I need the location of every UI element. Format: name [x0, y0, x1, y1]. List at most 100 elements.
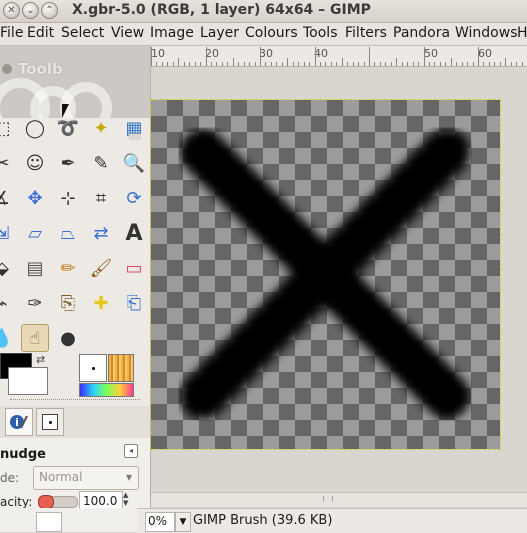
options-scrollbar[interactable]	[129, 134, 141, 140]
ink-icon: ✑	[27, 292, 43, 314]
color-picker-icon: ✎	[93, 152, 109, 174]
image-canvas[interactable]	[150, 99, 501, 450]
pattern-preview[interactable]	[108, 354, 134, 382]
tool-paintbrush-button[interactable]: 🖌	[87, 254, 115, 282]
tool-fuzzy-select-button[interactable]: ✦	[87, 114, 115, 142]
tool-pencil-button[interactable]: ✏	[54, 254, 82, 282]
tool-paths-button[interactable]: ✒	[54, 149, 82, 177]
tool-perspective-clone-button[interactable]: ⎗	[120, 289, 148, 317]
menu-filters[interactable]: Filters	[345, 25, 387, 41]
menu-tools[interactable]: Tools	[303, 25, 338, 41]
menu-image[interactable]: Image	[150, 25, 194, 41]
tab-tool-options[interactable]: i	[5, 408, 33, 436]
maximize-window-button[interactable]: ⌃	[41, 2, 58, 19]
tool-foreground-select-button[interactable]: ☺	[21, 149, 49, 177]
menu-pandora[interactable]: Pandora	[393, 25, 450, 41]
ruler-tick	[352, 62, 354, 66]
scroll-grip-icon[interactable]	[323, 496, 333, 502]
ruler-tick	[521, 62, 523, 66]
tool-shear-button[interactable]: ▱	[21, 219, 49, 247]
menu-windows[interactable]: Windows	[455, 25, 518, 41]
menu-view[interactable]: View	[111, 25, 144, 41]
image-canvas-area: 10 20 30 40 50 60	[150, 46, 527, 492]
tool-measure-button[interactable]: ∡	[0, 184, 16, 212]
swap-colors-icon[interactable]: ⇄	[36, 353, 45, 366]
tool-scale-button[interactable]: ⇲	[0, 219, 16, 247]
tool-rect-select-button[interactable]: ⬚	[0, 114, 16, 142]
tool-ellipse-select-button[interactable]: ◯	[21, 114, 49, 142]
menu-file[interactable]: File	[0, 25, 23, 41]
ruler-label: 30	[259, 47, 273, 60]
background-color-swatch[interactable]	[8, 367, 48, 395]
tool-align-button[interactable]: ⊹	[54, 184, 82, 212]
options-bottom	[0, 508, 137, 532]
zoom-dropdown-icon[interactable]: ▼	[175, 512, 191, 532]
horizontal-scrollbar[interactable]	[151, 492, 527, 507]
chevron-down-icon: ▾	[125, 470, 132, 484]
ruler-tick	[505, 58, 507, 66]
ruler-tick	[260, 47, 261, 66]
opacity-slider-thumb[interactable]	[38, 495, 54, 509]
tool-color-picker-button[interactable]: ✎	[87, 149, 115, 177]
ruler-tick	[287, 58, 289, 66]
ruler-tick	[210, 62, 212, 66]
ruler-label: 20	[205, 47, 219, 60]
tool-flip-button[interactable]: ⇄	[87, 219, 115, 247]
minimize-window-button[interactable]: ⌄	[22, 2, 39, 19]
options-footer-field[interactable]	[36, 512, 62, 532]
tool-zoom-button[interactable]: 🔍	[120, 149, 148, 177]
ruler-tick	[194, 62, 196, 66]
perspective-clone-icon: ⎗	[126, 292, 142, 314]
zoom-field[interactable]: 0%	[145, 512, 175, 532]
ruler-tick	[390, 62, 392, 66]
ruler-tick	[221, 62, 223, 66]
x-brush-shape	[180, 129, 470, 419]
ruler-tick	[499, 62, 501, 66]
ruler-tick	[314, 47, 316, 66]
tool-lasso-button[interactable]: ➰	[54, 114, 82, 142]
tool-blur-button[interactable]: 💧	[0, 324, 16, 352]
menu-colours[interactable]: Colours	[245, 25, 298, 41]
dock-grip-icon[interactable]	[2, 64, 12, 74]
tool-dodge-burn-button[interactable]: ●	[54, 324, 82, 352]
tool-eraser-button[interactable]: ▭	[120, 254, 148, 282]
gradient-preview[interactable]	[79, 383, 134, 397]
status-info: GIMP Brush (39.6 KB)	[193, 513, 333, 528]
menu-select[interactable]: Select	[61, 25, 104, 41]
brush-dot-icon	[91, 366, 95, 370]
tool-airbrush-button[interactable]: ⌁	[0, 289, 16, 317]
brush-preview[interactable]	[79, 354, 107, 382]
menu-help[interactable]: H	[517, 25, 527, 41]
tool-perspective-button[interactable]: ⏢	[54, 219, 82, 247]
fuzzy-select-icon: ✦	[93, 117, 109, 139]
tool-ink-button[interactable]: ✑	[21, 289, 49, 317]
tool-smudge-button[interactable]: ☝	[21, 324, 49, 352]
text-icon: A	[125, 220, 143, 246]
tool-heal-button[interactable]: ✚	[87, 289, 115, 317]
tool-bucket-fill-button[interactable]: ⬙	[0, 254, 16, 282]
menu-layer[interactable]: Layer	[200, 25, 239, 41]
tool-rotate-button[interactable]: ⟳	[120, 184, 148, 212]
tool-crop-button[interactable]: ⌗	[87, 184, 115, 212]
mode-select[interactable]: Normal ▾	[33, 466, 139, 490]
restore-options-icon[interactable]: ◂	[124, 444, 138, 458]
toolbox-header: Toolb	[0, 46, 150, 118]
menu-edit[interactable]: Edit	[27, 25, 54, 41]
close-window-button[interactable]: ✕	[3, 2, 20, 19]
ruler-tick	[325, 62, 327, 66]
scissors-icon: ✂	[0, 153, 10, 174]
ruler-label: 10	[151, 47, 165, 60]
tab-brushes[interactable]	[36, 408, 64, 436]
tool-blend-button[interactable]: ▤	[21, 254, 49, 282]
tool-move-button[interactable]: ✥	[21, 184, 49, 212]
toolbox-panel: Toolb ⬚◯➰✦▦✂☺✒✎🔍∡✥⊹⌗⟳⇲▱⏢⇄A⬙▤✏🖌▭⌁✑⎘✚⎗💧☝● …	[0, 46, 151, 532]
tool-text-button[interactable]: A	[120, 219, 148, 247]
lasso-icon: ➰	[56, 117, 80, 139]
tool-clone-button[interactable]: ⎘	[54, 289, 82, 317]
tool-scissors-button[interactable]: ✂	[0, 149, 16, 177]
paths-icon: ✒	[60, 152, 76, 174]
rotate-icon: ⟳	[126, 187, 142, 209]
ruler-tick	[265, 62, 267, 66]
ruler-tick	[510, 62, 512, 66]
blend-icon: ▤	[26, 257, 44, 279]
